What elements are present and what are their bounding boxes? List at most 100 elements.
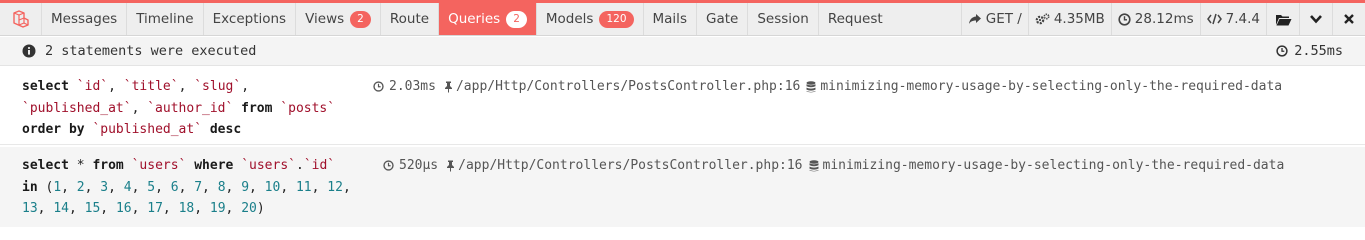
sql-keyword: select: [22, 158, 69, 173]
sql-punct: ,: [131, 100, 148, 116]
sql-number: 17: [147, 201, 163, 216]
models-count-badge: 120: [599, 10, 634, 28]
sql-identifier: `author_id`: [147, 100, 234, 116]
query-source-path: /app/Http/Controllers/PostsController.ph…: [458, 158, 803, 173]
sql-number: 6: [170, 179, 179, 195]
sql-punct: ): [256, 201, 265, 216]
tab-route[interactable]: Route: [381, 3, 440, 35]
open-button[interactable]: [1266, 3, 1299, 35]
cogs-icon: [1035, 12, 1050, 24]
tab-label: Request: [827, 11, 883, 27]
request-label: GET /: [985, 11, 1022, 27]
sql-keyword: from: [241, 100, 273, 116]
sql-punct: ,: [108, 79, 124, 94]
tab-messages[interactable]: Messages: [42, 3, 128, 35]
info-icon: [22, 44, 36, 58]
id-list-line: 1, 2, 3, 4, 5, 6, 7, 8, 9, 10, 11, 12,: [53, 179, 351, 195]
chevron-down-icon: [1310, 15, 1322, 24]
laravel-logo-icon[interactable]: [0, 3, 42, 35]
tab-label: Queries: [448, 11, 501, 27]
sql-identifier: `posts`: [280, 100, 336, 116]
sql-number: 15: [84, 201, 101, 216]
clock-icon: [383, 160, 394, 171]
tab-request[interactable]: Request: [819, 3, 892, 35]
sql-punct: ,: [241, 79, 250, 94]
database-icon: [806, 80, 816, 92]
sql-keyword: select: [22, 79, 69, 94]
sql-number: 5: [147, 179, 156, 195]
queries-summary-bar: 2 statements were executed 2.55ms: [0, 37, 1365, 66]
sql-number: 8: [217, 179, 226, 195]
query-source[interactable]: /app/Http/Controllers/PostsController.ph…: [446, 155, 803, 176]
tab-models[interactable]: Models 120: [537, 3, 644, 35]
sql-number: 9: [241, 179, 250, 195]
query-connection: minimizing-memory-usage-by-selecting-onl…: [809, 155, 1284, 176]
tab-timeline[interactable]: Timeline: [127, 3, 204, 35]
php-version-indicator[interactable]: 7.4.4: [1199, 3, 1266, 35]
views-count-badge: 2: [350, 10, 371, 28]
sql-keyword: in: [22, 179, 38, 195]
query-duration: 520μs: [383, 155, 438, 176]
tab-label: Messages: [51, 11, 118, 27]
tab-label: Models: [545, 11, 594, 27]
database-icon: [809, 159, 819, 171]
query-statement[interactable]: select `id`, `title`, `slug`, `published…: [0, 68, 1365, 145]
tab-label: Route: [389, 11, 430, 27]
sql-number: 1: [53, 179, 62, 195]
tab-label: Mails: [652, 11, 687, 27]
sql-identifier: `id`: [76, 79, 109, 94]
query-statement[interactable]: select * from `users` where `users`.`id`…: [0, 147, 1365, 227]
query-source[interactable]: /app/Http/Controllers/PostsController.ph…: [444, 76, 800, 97]
clock-icon: [373, 81, 384, 92]
tab-label: Timeline: [136, 11, 194, 27]
clock-icon: [1276, 45, 1288, 57]
memory-indicator[interactable]: 4.35MB: [1027, 3, 1111, 35]
close-icon: [1344, 14, 1354, 24]
duration-indicator[interactable]: 28.12ms: [1110, 3, 1200, 35]
total-duration-value: 2.55ms: [1294, 43, 1343, 59]
query-connection-name: minimizing-memory-usage-by-selecting-onl…: [820, 79, 1283, 94]
query-source-path: /app/Http/Controllers/PostsController.ph…: [455, 79, 801, 94]
sql-identifier: `published_at`: [92, 122, 203, 137]
duration-value: 28.12ms: [1134, 11, 1194, 27]
sql-identifier: `users`: [131, 158, 187, 173]
tab-views[interactable]: Views 2: [296, 3, 381, 35]
total-duration: 2.55ms: [1276, 43, 1365, 59]
sql-keyword: from: [92, 158, 124, 173]
query-duration-value: 2.03ms: [389, 79, 436, 94]
sql-number: 10: [264, 179, 281, 195]
thumbtack-icon: [447, 160, 455, 171]
tab-exceptions[interactable]: Exceptions: [204, 3, 297, 35]
sql-identifier: `id`: [303, 158, 336, 173]
minimize-button[interactable]: [1299, 3, 1332, 35]
tab-mails[interactable]: Mails: [644, 3, 697, 35]
tab-gate[interactable]: Gate: [697, 3, 749, 35]
summary-text: 2 statements were executed: [45, 43, 257, 59]
query-meta: 2.03ms /app/Http/Controllers/PostsContro…: [373, 76, 1282, 97]
tab-session[interactable]: Session: [748, 3, 819, 35]
sql-number: 18: [178, 201, 195, 216]
code-icon: [1206, 13, 1222, 25]
request-indicator[interactable]: GET /: [960, 3, 1028, 35]
sql-number: 20: [241, 201, 257, 216]
tab-label: Views: [305, 11, 345, 27]
sql-number: 7: [194, 179, 203, 195]
sql-text: select `id`, `title`, `slug`, `published…: [22, 76, 335, 141]
query-meta: 520μs /app/Http/Controllers/PostsControl…: [383, 155, 1284, 176]
sql-keyword: where: [194, 158, 234, 173]
tab-queries[interactable]: Queries 2: [439, 3, 537, 35]
sql-punct: *: [76, 158, 85, 173]
sql-number: 13: [22, 201, 38, 216]
sql-number: 4: [123, 179, 132, 195]
sql-punct: .: [295, 158, 304, 173]
memory-value: 4.35MB: [1053, 11, 1105, 27]
thumbtack-icon: [444, 81, 452, 92]
sql-number: 11: [295, 179, 312, 195]
folder-open-icon: [1275, 14, 1291, 25]
close-button[interactable]: [1332, 3, 1365, 35]
sql-keyword: order by: [22, 122, 85, 137]
sql-number: 3: [100, 179, 109, 195]
sql-identifier: `slug`: [194, 79, 242, 94]
sql-number: 2: [76, 179, 85, 195]
sql-punct: ,: [178, 79, 195, 94]
